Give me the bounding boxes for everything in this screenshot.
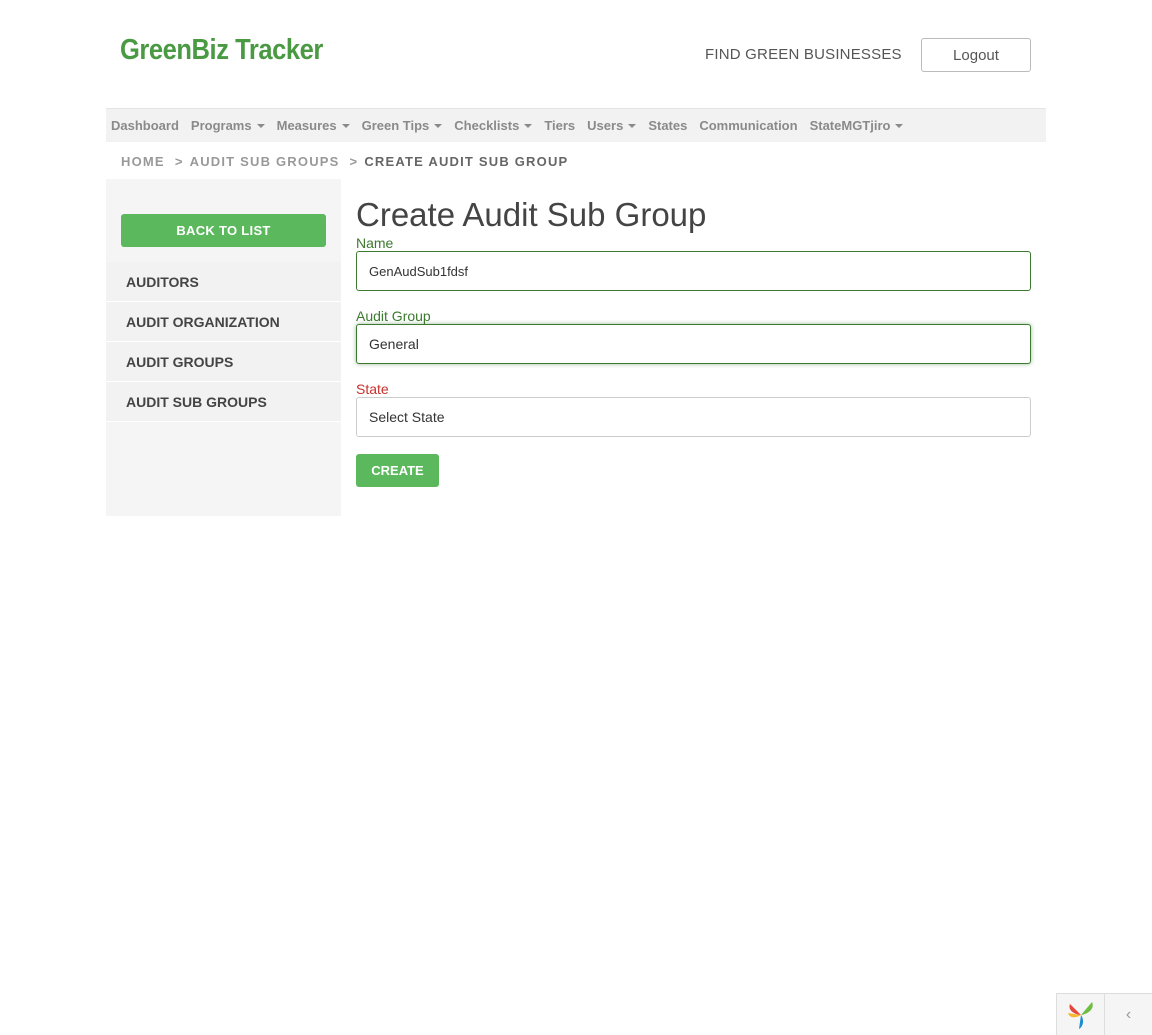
nav-item-tiers[interactable]: Tiers (544, 118, 575, 133)
caret-down-icon (256, 123, 265, 128)
main-content: Create Audit Sub Group Name GenAudSub1fd… (356, 195, 1032, 487)
nav-item-label: Dashboard (111, 118, 179, 133)
sidebar: BACK TO LIST AUDITORS AUDIT ORGANIZATION… (106, 179, 341, 516)
caret-down-icon (895, 123, 904, 128)
caret-down-icon (524, 123, 533, 128)
nav-item-label: Measures (276, 118, 337, 133)
nav-item-label: States (648, 118, 688, 133)
nav-item-programs[interactable]: Programs (191, 118, 265, 133)
state-label: State (356, 381, 389, 397)
nav-item-dashboard[interactable]: Dashboard (111, 118, 179, 133)
nav-item-communication[interactable]: Communication (699, 118, 797, 133)
logout-button[interactable]: Logout (921, 38, 1031, 72)
nav-item-label: Checklists (454, 118, 520, 133)
back-to-list-button[interactable]: BACK TO LIST (121, 214, 326, 247)
nav-item-checklists[interactable]: Checklists (454, 118, 533, 133)
name-label: Name (356, 235, 394, 251)
create-button[interactable]: CREATE (356, 454, 439, 487)
breadcrumb-separator: > (174, 154, 184, 169)
audit-group-field-group: Audit Group General (356, 308, 1032, 364)
nav-item-label: Programs (190, 118, 252, 133)
caret-down-icon (628, 123, 637, 128)
breadcrumb-separator: > (349, 154, 359, 169)
audit-group-label: Audit Group (356, 308, 431, 324)
site-logo[interactable]: GreenBiz Tracker (120, 34, 323, 67)
sidebar-item-audit-groups[interactable]: AUDIT GROUPS (106, 342, 341, 382)
breadcrumb-current: CREATE AUDIT SUB GROUP (364, 154, 569, 169)
find-green-businesses-link[interactable]: FIND GREEN BUSINESSES (705, 46, 902, 63)
page-title: Create Audit Sub Group (356, 196, 707, 233)
nav-item-label: StateMGTjiro (809, 118, 891, 133)
breadcrumb-home[interactable]: HOME (121, 154, 165, 169)
audit-group-select[interactable]: General (356, 324, 1031, 364)
state-select[interactable]: Select State (356, 397, 1031, 437)
main-nav: Dashboard Programs Measures Green Tips Check… (106, 108, 1046, 142)
header: GreenBiz Tracker FIND GREEN BUSINESSES L… (106, 22, 1046, 92)
sidebar-item-audit-organization[interactable]: AUDIT ORGANIZATION (106, 302, 341, 342)
name-field-group: Name GenAudSub1fdsf (356, 235, 1032, 291)
yii-logo-icon[interactable] (1057, 994, 1105, 1035)
nav-item-measures[interactable]: Measures (277, 118, 350, 133)
page: GreenBiz Tracker FIND GREEN BUSINESSES L… (0, 0, 1152, 1035)
nav-item-label: Users (587, 118, 624, 133)
nav-item-states[interactable]: States (648, 118, 687, 133)
nav-item-label: Green Tips (361, 118, 430, 133)
debug-toolbar: ‹ (1056, 993, 1152, 1035)
breadcrumb-audit-sub-groups[interactable]: AUDIT SUB GROUPS (190, 154, 340, 169)
sidebar-menu: AUDITORS AUDIT ORGANIZATION AUDIT GROUPS… (106, 262, 341, 422)
nav-item-label: Communication (699, 118, 798, 133)
state-field-group: State Select State (356, 381, 1032, 437)
name-input[interactable]: GenAudSub1fdsf (356, 251, 1031, 291)
caret-down-icon (434, 123, 443, 128)
yii-logo-graphic (1067, 1001, 1093, 1029)
nav-item-green-tips[interactable]: Green Tips (362, 118, 443, 133)
nav-item-label: Tiers (544, 118, 576, 133)
breadcrumb: HOME > AUDIT SUB GROUPS > CREATE AUDIT S… (121, 154, 568, 169)
nav-item-statemgtjiro[interactable]: StateMGTjiro (810, 118, 904, 133)
nav-item-users[interactable]: Users (587, 118, 637, 133)
chevron-left-icon[interactable]: ‹ (1105, 994, 1152, 1035)
caret-down-icon (341, 123, 350, 128)
sidebar-item-auditors[interactable]: AUDITORS (106, 262, 341, 302)
sidebar-item-audit-sub-groups[interactable]: AUDIT SUB GROUPS (106, 382, 341, 422)
